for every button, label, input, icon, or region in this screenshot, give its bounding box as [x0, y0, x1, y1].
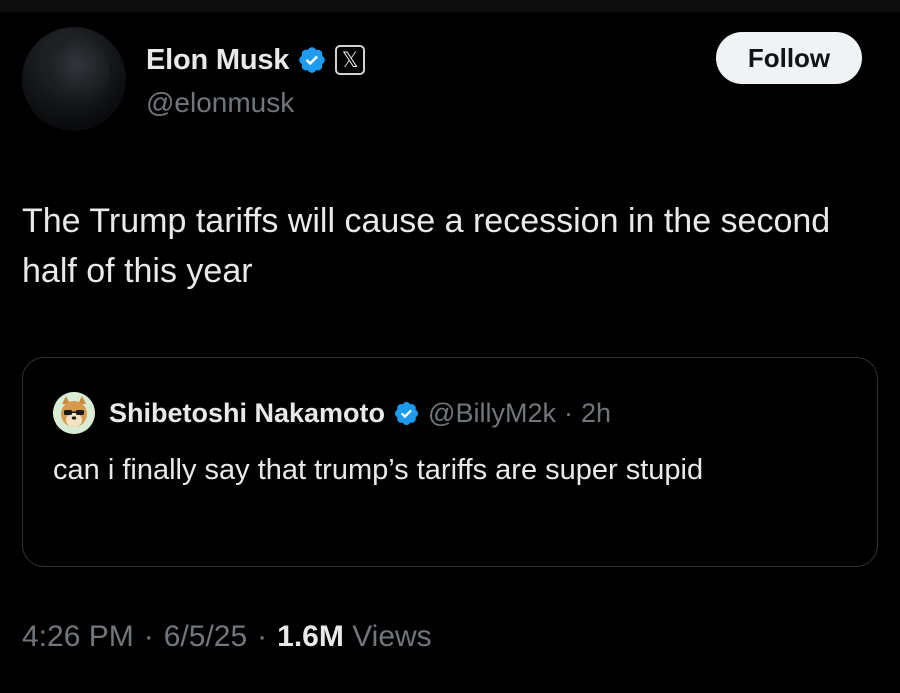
meta-separator: · [143, 620, 154, 653]
quoted-timestamp[interactable]: 2h [581, 398, 611, 429]
top-edge [0, 0, 900, 12]
quoted-tweet-card[interactable]: Shibetoshi Nakamoto @BillyM2k · 2h can i… [22, 357, 878, 567]
views-count: 1.6M [277, 620, 344, 653]
tweet-date[interactable]: 6/5/25 [164, 620, 247, 654]
quoted-verified-badge-icon [395, 401, 419, 425]
meta-separator: · [257, 620, 268, 653]
verified-badge-icon[interactable] [297, 45, 327, 75]
quoted-author-avatar[interactable] [53, 392, 95, 434]
follow-button[interactable]: Follow [716, 32, 862, 84]
tweet-text: The Trump tariffs will cause a recession… [22, 202, 831, 290]
quoted-tweet-header: Shibetoshi Nakamoto @BillyM2k · 2h [53, 391, 611, 435]
quoted-author-name[interactable]: Shibetoshi Nakamoto [109, 398, 385, 429]
views-label: Views [352, 620, 432, 653]
quoted-separator: · [563, 397, 573, 428]
author-display-name[interactable]: Elon Musk [146, 44, 289, 77]
author-handle[interactable]: @elonmusk [146, 87, 294, 119]
tweet-meta: 4:26 PM · 6/5/25 · 1.6M Views [22, 620, 432, 654]
avatar-planet-image [40, 37, 110, 107]
author-name-row: Elon Musk 𝕏 [146, 40, 366, 80]
shiba-dog-icon [53, 392, 95, 434]
quoted-author-handle[interactable]: @BillyM2k [428, 398, 556, 429]
tweet-time[interactable]: 4:26 PM [22, 620, 134, 654]
views-group[interactable]: 1.6M Views [277, 620, 432, 654]
quoted-tweet-text: can i finally say that trump’s tariffs a… [53, 454, 704, 486]
x-logo-icon[interactable]: 𝕏 [335, 45, 366, 75]
author-avatar[interactable] [22, 27, 126, 131]
